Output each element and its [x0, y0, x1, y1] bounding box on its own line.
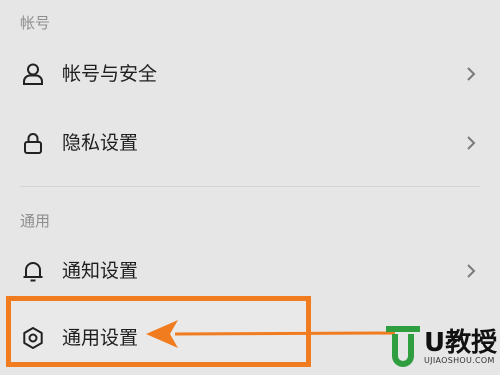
logo-emblem-icon [386, 326, 420, 367]
logo-url-text: UJIAOSHOU.COM [424, 356, 495, 365]
watermark-logo: U教授 UJIAOSHOU.COM [380, 318, 500, 375]
logo-brand-text: U教授 [424, 328, 498, 358]
